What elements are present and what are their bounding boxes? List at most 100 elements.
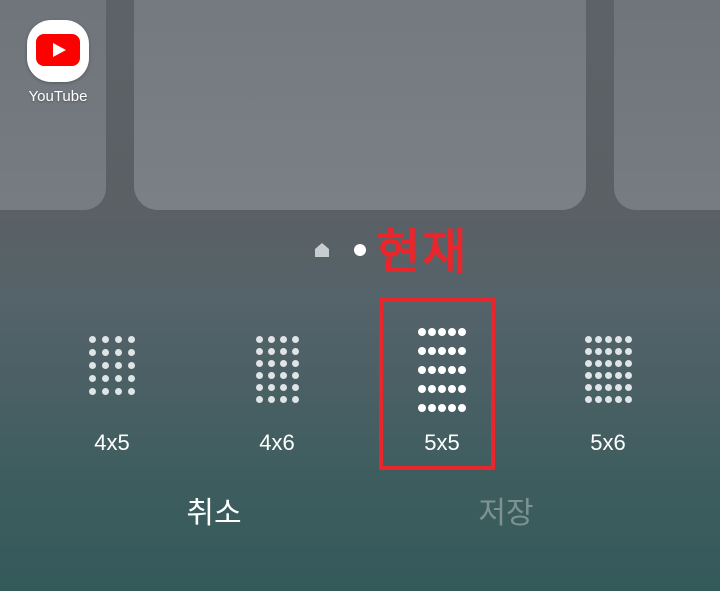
home-page-preview-current[interactable]	[134, 0, 586, 210]
grid-dot	[115, 375, 122, 382]
grid-dot	[584, 360, 592, 367]
grid-dot	[624, 336, 632, 343]
grid-dot	[624, 384, 632, 391]
grid-dot	[115, 362, 122, 369]
grid-dot	[102, 375, 109, 382]
grid-dot	[418, 366, 426, 374]
grid-5x6-icon	[584, 336, 632, 403]
grid-dot	[604, 396, 612, 403]
grid-dot	[438, 404, 446, 412]
grid-dot	[594, 396, 602, 403]
grid-dot	[89, 362, 96, 369]
grid-dot	[291, 396, 299, 403]
grid-dot	[604, 372, 612, 379]
grid-dot	[291, 348, 299, 355]
grid-dot	[614, 348, 622, 355]
grid-option-label: 5x6	[590, 430, 626, 455]
grid-dot	[89, 336, 96, 343]
grid-dot	[267, 396, 275, 403]
grid-dot	[614, 336, 622, 343]
grid-option-4x6[interactable]: 4x6	[217, 336, 337, 455]
grid-dot	[458, 347, 466, 355]
grid-dot	[604, 348, 612, 355]
grid-dot	[279, 384, 287, 391]
grid-dot	[614, 372, 622, 379]
grid-dot	[584, 396, 592, 403]
grid-dot	[279, 336, 287, 343]
grid-dot	[438, 328, 446, 336]
grid-dot	[428, 366, 436, 374]
grid-dot	[448, 404, 456, 412]
grid-dot	[614, 384, 622, 391]
grid-dot	[255, 348, 263, 355]
grid-dot	[448, 366, 456, 374]
grid-5x5-icon	[418, 328, 466, 412]
grid-dot	[279, 360, 287, 367]
grid-dot	[604, 384, 612, 391]
grid-dot	[418, 404, 426, 412]
grid-option-5x5[interactable]: 5x5	[382, 328, 502, 455]
youtube-icon[interactable]	[27, 20, 89, 82]
grid-dot	[604, 336, 612, 343]
grid-option-4x5[interactable]: 4x5	[52, 336, 172, 455]
save-button[interactable]: 저장	[446, 494, 566, 534]
grid-dot	[428, 347, 436, 355]
grid-dot	[624, 396, 632, 403]
grid-dot	[279, 372, 287, 379]
grid-dot	[115, 388, 122, 395]
app-youtube[interactable]: YouTube	[22, 20, 94, 105]
grid-dot	[89, 375, 96, 382]
grid-dot	[458, 404, 466, 412]
grid-dot	[267, 372, 275, 379]
grid-dot	[115, 336, 122, 343]
grid-dot	[267, 360, 275, 367]
grid-dot	[291, 360, 299, 367]
grid-dot	[102, 349, 109, 356]
annotation-current-label: 현재	[376, 224, 469, 280]
grid-dot	[584, 384, 592, 391]
cancel-button[interactable]: 취소	[154, 494, 274, 534]
grid-dot	[458, 366, 466, 374]
app-label: YouTube	[28, 88, 88, 105]
grid-4x6-icon	[255, 336, 299, 403]
grid-option-label: 4x5	[94, 430, 130, 455]
grid-dot	[291, 336, 299, 343]
grid-dot	[594, 360, 602, 367]
grid-option-label: 5x5	[424, 430, 460, 455]
grid-dot	[279, 396, 287, 403]
grid-dot	[594, 372, 602, 379]
grid-dot	[458, 328, 466, 336]
grid-dot	[128, 349, 135, 356]
grid-dot	[428, 404, 436, 412]
grid-dot	[291, 384, 299, 391]
grid-dot	[128, 336, 135, 343]
grid-dot	[89, 388, 96, 395]
grid-option-5x6[interactable]: 5x6	[548, 336, 668, 455]
grid-dot	[102, 388, 109, 395]
grid-dot	[102, 362, 109, 369]
grid-dot	[624, 372, 632, 379]
grid-dot	[418, 347, 426, 355]
grid-dot	[89, 349, 96, 356]
grid-dot	[438, 385, 446, 393]
grid-dot	[604, 360, 612, 367]
grid-dot	[255, 384, 263, 391]
grid-dot	[458, 385, 466, 393]
grid-dot	[279, 348, 287, 355]
grid-dot	[428, 385, 436, 393]
grid-dot	[448, 385, 456, 393]
grid-dot	[594, 336, 602, 343]
grid-4x5-icon	[89, 336, 135, 395]
grid-dot	[291, 372, 299, 379]
grid-dot	[438, 366, 446, 374]
grid-option-label: 4x6	[259, 430, 295, 455]
grid-dot	[614, 396, 622, 403]
page-dot-current	[354, 244, 366, 256]
grid-dot	[584, 372, 592, 379]
grid-dot	[448, 328, 456, 336]
grid-dot	[255, 396, 263, 403]
grid-dot	[614, 360, 622, 367]
grid-dot	[267, 348, 275, 355]
home-page-preview-right[interactable]	[614, 0, 720, 210]
grid-dot	[128, 362, 135, 369]
